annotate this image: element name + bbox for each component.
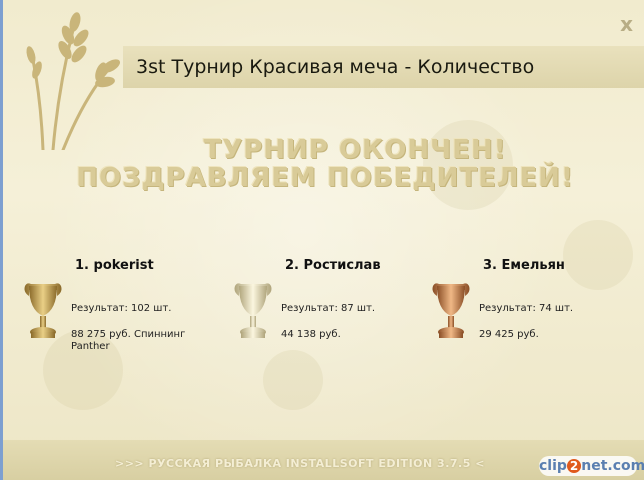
headline-tournament-over: ТУРНИР ОКОНЧЕН! — [203, 135, 507, 165]
winner-card-2: 2. Ростислав Результат: 87 шт. 44 138 ру… — [231, 258, 421, 341]
wheat-logo-icon — [26, 12, 121, 150]
watermark-text-c: net.com — [581, 458, 644, 474]
watermark-text-b: 2 — [566, 459, 582, 473]
winner-result: Результат: 102 шт. — [71, 303, 172, 314]
watermark-logo: clip 2 net.com — [539, 456, 644, 476]
close-button[interactable]: x — [620, 12, 633, 36]
winner-prize: 44 138 руб. — [281, 329, 341, 340]
background-blot — [263, 350, 323, 410]
winner-result: Результат: 74 шт. — [479, 303, 574, 314]
winner-name: 3. Емельян — [483, 258, 565, 273]
watermark-text-a: clip — [539, 458, 567, 474]
headline-congratulations: ПОЗДРАВЛЯЕМ ПОБЕДИТЕЛЕЙ! — [76, 163, 574, 193]
bronze-cup-icon — [432, 283, 470, 338]
winner-card-1: 1. pokerist Результат: 102 шт. 88 275 ру… — [21, 258, 211, 353]
tournament-result-window: 3st Турнир Красивая меча - Количество x … — [0, 0, 644, 480]
window-title: 3st Турнир Красивая меча - Количество — [136, 56, 535, 78]
winner-card-3: 3. Емельян Результат: 74 шт. 29 425 руб. — [429, 258, 619, 341]
winner-name: 1. pokerist — [75, 258, 154, 273]
winner-name: 2. Ростислав — [285, 258, 381, 273]
silver-cup-icon — [234, 283, 272, 338]
gold-cup-icon — [24, 283, 62, 338]
winner-prize: 88 275 руб. Спиннинг Panther — [71, 329, 186, 352]
footer-text: >>> РУССКАЯ РЫБАЛКА INSTALLSOFT EDITION … — [115, 457, 485, 470]
winner-result: Результат: 87 шт. — [281, 303, 376, 314]
winner-prize: 29 425 руб. — [479, 329, 539, 340]
